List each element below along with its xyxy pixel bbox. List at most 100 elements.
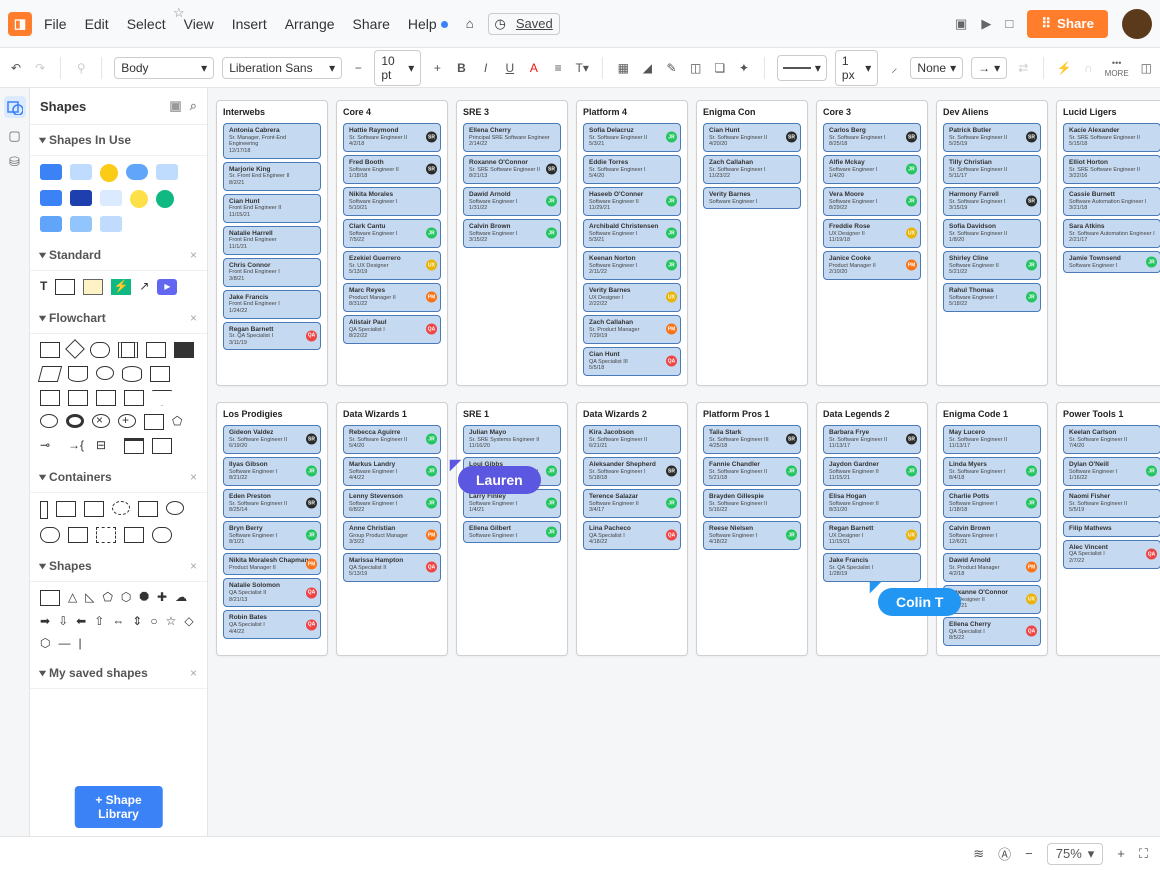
close-icon[interactable]: × [190,311,197,325]
fc-swimlane[interactable] [152,438,172,454]
cont-shape[interactable] [112,501,130,515]
fullscreen-icon[interactable]: ⛶ [1139,846,1148,862]
team-container[interactable]: Los ProdigiesGideon ValdezSr. Software E… [216,402,328,656]
person-card[interactable]: Nikita Moralesh ChapmanProduct Manager I… [223,553,321,575]
video-icon[interactable]: □ [1005,16,1013,31]
person-card[interactable]: Cian HuntFront End Engineer II11/15/21 [223,194,321,223]
fc-shape[interactable] [150,366,170,382]
underline-icon[interactable]: U [502,61,518,75]
rect-shape[interactable] [55,279,75,295]
person-card[interactable]: Regan BarnettUX Designer I11/15/21UX [823,521,921,550]
fc-shape[interactable] [124,390,144,406]
cont-shape[interactable] [138,501,158,517]
menu-select[interactable]: Select [127,16,166,32]
section-flowchart[interactable]: ▾Flowchart× [30,303,207,334]
bs-diamond[interactable]: ◇ [184,614,193,628]
person-card[interactable]: Alfie MckaySoftware Engineer I1/4/20JR [823,155,921,184]
person-card[interactable]: Marc ReyesProduct Manager II8/31/22PM [343,283,441,312]
swatch[interactable] [156,190,174,208]
person-card[interactable]: Terence SalazarSoftware Engineer II3/4/1… [583,489,681,518]
person-card[interactable]: Sofia DavidsonSr. Software Engineer II1/… [943,219,1041,248]
team-container[interactable]: Data Wizards 2Kira JacobsonSr. Software … [576,402,688,656]
person-card[interactable]: Regan BarnettSr. QA Specialist I3/11/19Q… [223,322,321,351]
person-card[interactable]: Clark CantuSoftware Engineer I7/5/22JR [343,219,441,248]
action-shape[interactable]: ⚡ [111,279,131,295]
presentation-icon[interactable]: ▣ [955,16,967,32]
fill-color-icon[interactable]: ▦ [615,61,631,75]
person-card[interactable]: Keenan NortonSoftware Engineer I2/11/22J… [583,251,681,280]
person-card[interactable]: Chris ConnorFront End Engineer I3/8/21 [223,258,321,287]
app-logo[interactable]: ◨ [8,12,32,36]
person-card[interactable]: Roxanne O'ConnorSr. SRE Software Enginee… [463,155,561,184]
swap-ends-icon[interactable]: ⇄ [1015,61,1031,75]
bs-minus[interactable]: — [58,636,70,650]
person-card[interactable]: Fannie ChandlerSr. Software Engineer II5… [703,457,801,486]
share-button[interactable]: ⠿ Share [1027,10,1108,38]
bs-cross[interactable]: ✚ [157,590,167,606]
person-card[interactable]: Jamie TownsendSoftware Engineer IJR [1063,251,1160,273]
fc-table[interactable] [124,438,144,454]
person-card[interactable]: Carlos BergSr. Software Engineer I8/25/1… [823,123,921,152]
play-icon[interactable]: ▶ [981,16,991,32]
team-container[interactable]: Lucid LigersKacie AlexanderSr. SRE Softw… [1056,100,1160,386]
line-end-select[interactable]: →▾ [971,57,1007,79]
person-card[interactable]: Archibald ChristensenSoftware Engineer I… [583,219,681,248]
person-card[interactable]: Keelan CarlsonSr. Software Engineer II7/… [1063,425,1160,454]
swatch[interactable] [40,164,62,180]
team-container[interactable]: SRE 3Ellena CherryPrincipal SRE Software… [456,100,568,386]
person-card[interactable]: Rahul ThomasSoftware Engineer I5/18/22JR [943,283,1041,312]
text-shape[interactable]: T [40,279,47,295]
bs-octagon[interactable]: ⯃ [139,590,149,606]
person-card[interactable]: Barbara FryeSr. Software Engineer II11/1… [823,425,921,454]
container-tool-icon[interactable]: ▢ [8,128,20,144]
fc-shape[interactable]: × [92,414,110,428]
fc-triangle[interactable] [152,390,172,406]
bold-icon[interactable]: B [453,61,469,75]
fc-shape[interactable] [66,414,84,428]
person-card[interactable]: Robin BatesQA Specialist I4/4/22QA [223,610,321,639]
line-width-select[interactable]: 1 px▾ [835,50,878,86]
person-card[interactable]: Harmony FarrellSr. Software Engineer I3/… [943,187,1041,216]
person-card[interactable]: Brayden GillespieSr. Software Engineer I… [703,489,801,518]
person-card[interactable]: Verity BarnesSoftware Engineer I [703,187,801,209]
note-shape[interactable] [83,279,103,295]
person-card[interactable]: Ilyas GibsonSoftware Engineer I8/21/22JR [223,457,321,486]
swatch[interactable] [126,164,148,180]
search-icon[interactable]: ⌕ [190,98,197,113]
person-card[interactable]: Natalie HarrellFront End Engineer11/1/21 [223,226,321,255]
gift-icon[interactable]: ⌂ [466,16,474,31]
person-card[interactable]: Dylan O'NeillSoftware Engineer I1/16/22J… [1063,457,1160,486]
fc-connector[interactable] [96,366,114,380]
person-card[interactable]: Marissa HamptonQA Specialist II5/13/19QA [343,553,441,582]
fc-shape[interactable] [40,414,58,428]
person-card[interactable]: Alec VincentQA Specialist I2/7/22QA [1063,540,1160,569]
bs-arrow-d[interactable]: ⇩ [58,614,68,628]
redo-icon[interactable]: ↷ [32,61,48,75]
person-card[interactable]: Zach CallahanSr. Software Engineer I11/2… [703,155,801,184]
bs-pipe[interactable]: | [78,636,81,650]
font-size-input[interactable]: 10 pt▾ [374,50,421,86]
person-card[interactable]: Aleksander ShepherdSr. Software Engineer… [583,457,681,486]
play-shape[interactable]: ▸ [157,279,177,295]
section-saved-shapes[interactable]: ▾My saved shapes× [30,658,207,689]
person-card[interactable]: Ellena GilbertSoftware Engineer IJR [463,521,561,543]
layers-status-icon[interactable]: ≋ [973,846,984,862]
team-container[interactable]: Data Wizards 1Rebecca AguirreSr. Softwar… [336,402,448,656]
person-card[interactable]: Gideon ValdezSr. Software Engineer II6/1… [223,425,321,454]
lightning-icon[interactable]: ⚡ [1056,61,1072,75]
section-shapes-in-use[interactable]: ▾Shapes In Use [30,125,207,156]
image-icon[interactable]: ▣ [169,98,181,113]
section-shapes-2[interactable]: ▾Shapes× [30,551,207,582]
person-card[interactable]: Haseeb O'ConnerSoftware Engineer II11/29… [583,187,681,216]
person-card[interactable]: Anne ChristianGroup Product Manager3/3/2… [343,521,441,550]
swatch[interactable] [100,216,122,232]
team-container[interactable]: Enigma ConCian HuntSr. Software Engineer… [696,100,808,386]
close-icon[interactable]: × [190,248,197,262]
undo-icon[interactable]: ↶ [8,61,24,75]
person-card[interactable]: Freddie RoseUX Designer II11/19/18UX [823,219,921,248]
fc-shape[interactable]: →{ [68,438,88,454]
menu-file[interactable]: File [44,16,67,32]
font-select[interactable]: Liberation Sans▾ [222,57,342,79]
bs-arrow-l[interactable]: ⬅ [76,614,86,628]
person-card[interactable]: Patrick ButlerSr. Software Engineer II5/… [943,123,1041,152]
